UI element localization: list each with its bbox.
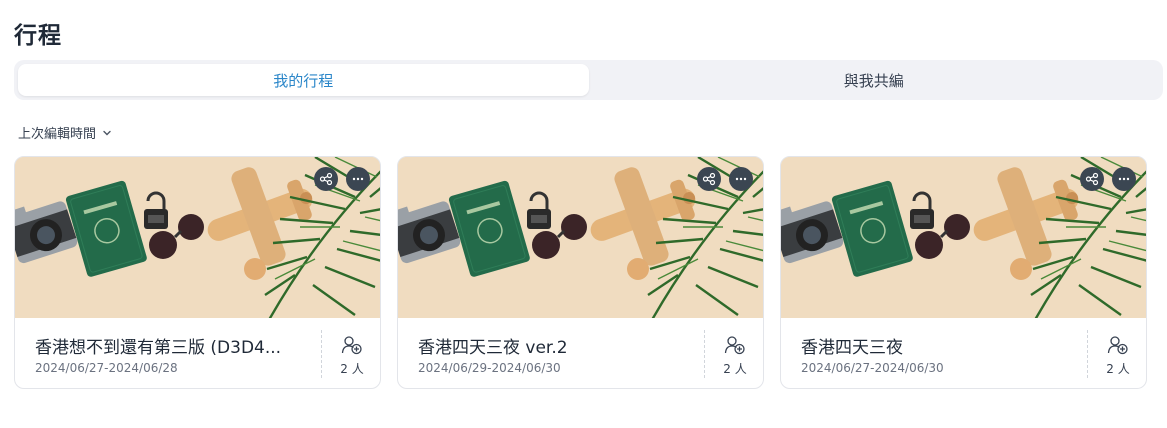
- card-divider: [704, 330, 705, 378]
- member-count: 2 人: [723, 362, 747, 376]
- sort-label: 上次編輯時間: [18, 127, 97, 142]
- trip-card-body: 香港四天三夜 ver.2 2024/06/29-2024/06/30 2 人: [398, 318, 763, 388]
- trip-card[interactable]: 香港四天三夜 2024/06/27-2024/06/30 2 人: [780, 156, 1147, 389]
- share-button[interactable]: [697, 167, 721, 191]
- trip-title: 香港四天三夜 ver.2: [418, 338, 568, 358]
- share-button[interactable]: [314, 167, 338, 191]
- trip-cover-image: [15, 157, 380, 318]
- more-options-button[interactable]: [729, 167, 753, 191]
- more-horizontal-icon: [735, 177, 747, 181]
- member-count: 2 人: [340, 362, 364, 376]
- trip-card-list: 香港想不到還有第三版 (D3D4... 2024/06/27-2024/06/2…: [14, 156, 1147, 389]
- trip-card[interactable]: 香港四天三夜 ver.2 2024/06/29-2024/06/30 2 人: [397, 156, 764, 389]
- trip-title: 香港想不到還有第三版 (D3D4...: [35, 338, 282, 358]
- tab-shared-with-me[interactable]: 與我共編: [589, 64, 1160, 96]
- share-button[interactable]: [1080, 167, 1104, 191]
- trip-cover-image: [398, 157, 763, 318]
- member-count: 2 人: [1106, 362, 1130, 376]
- more-horizontal-icon: [352, 177, 364, 181]
- more-horizontal-icon: [1118, 177, 1130, 181]
- trip-card-body: 香港想不到還有第三版 (D3D4... 2024/06/27-2024/06/2…: [15, 318, 380, 388]
- add-person-icon: [341, 336, 362, 355]
- trip-card-body: 香港四天三夜 2024/06/27-2024/06/30 2 人: [781, 318, 1146, 388]
- trip-tabs: 我的行程 與我共編: [14, 60, 1163, 100]
- card-divider: [1087, 330, 1088, 378]
- trip-title: 香港四天三夜: [801, 338, 903, 358]
- add-member-button[interactable]: 2 人: [1097, 334, 1139, 377]
- trip-dates: 2024/06/27-2024/06/28: [35, 361, 178, 375]
- more-options-button[interactable]: [1112, 167, 1136, 191]
- trip-cover-image: [781, 157, 1146, 318]
- trip-dates: 2024/06/29-2024/06/30: [418, 361, 561, 375]
- share-icon: [1085, 172, 1099, 186]
- add-person-icon: [1107, 336, 1128, 355]
- chevron-down-icon: [103, 130, 111, 135]
- trip-dates: 2024/06/27-2024/06/30: [801, 361, 944, 375]
- tab-my-trips[interactable]: 我的行程: [18, 64, 589, 96]
- page-title: 行程: [14, 23, 62, 49]
- trip-card[interactable]: 香港想不到還有第三版 (D3D4... 2024/06/27-2024/06/2…: [14, 156, 381, 389]
- card-divider: [321, 330, 322, 378]
- share-icon: [319, 172, 333, 186]
- share-icon: [702, 172, 716, 186]
- add-member-button[interactable]: 2 人: [331, 334, 373, 377]
- add-member-button[interactable]: 2 人: [714, 334, 756, 377]
- add-person-icon: [724, 336, 745, 355]
- more-options-button[interactable]: [346, 167, 370, 191]
- sort-dropdown[interactable]: 上次編輯時間: [18, 123, 112, 142]
